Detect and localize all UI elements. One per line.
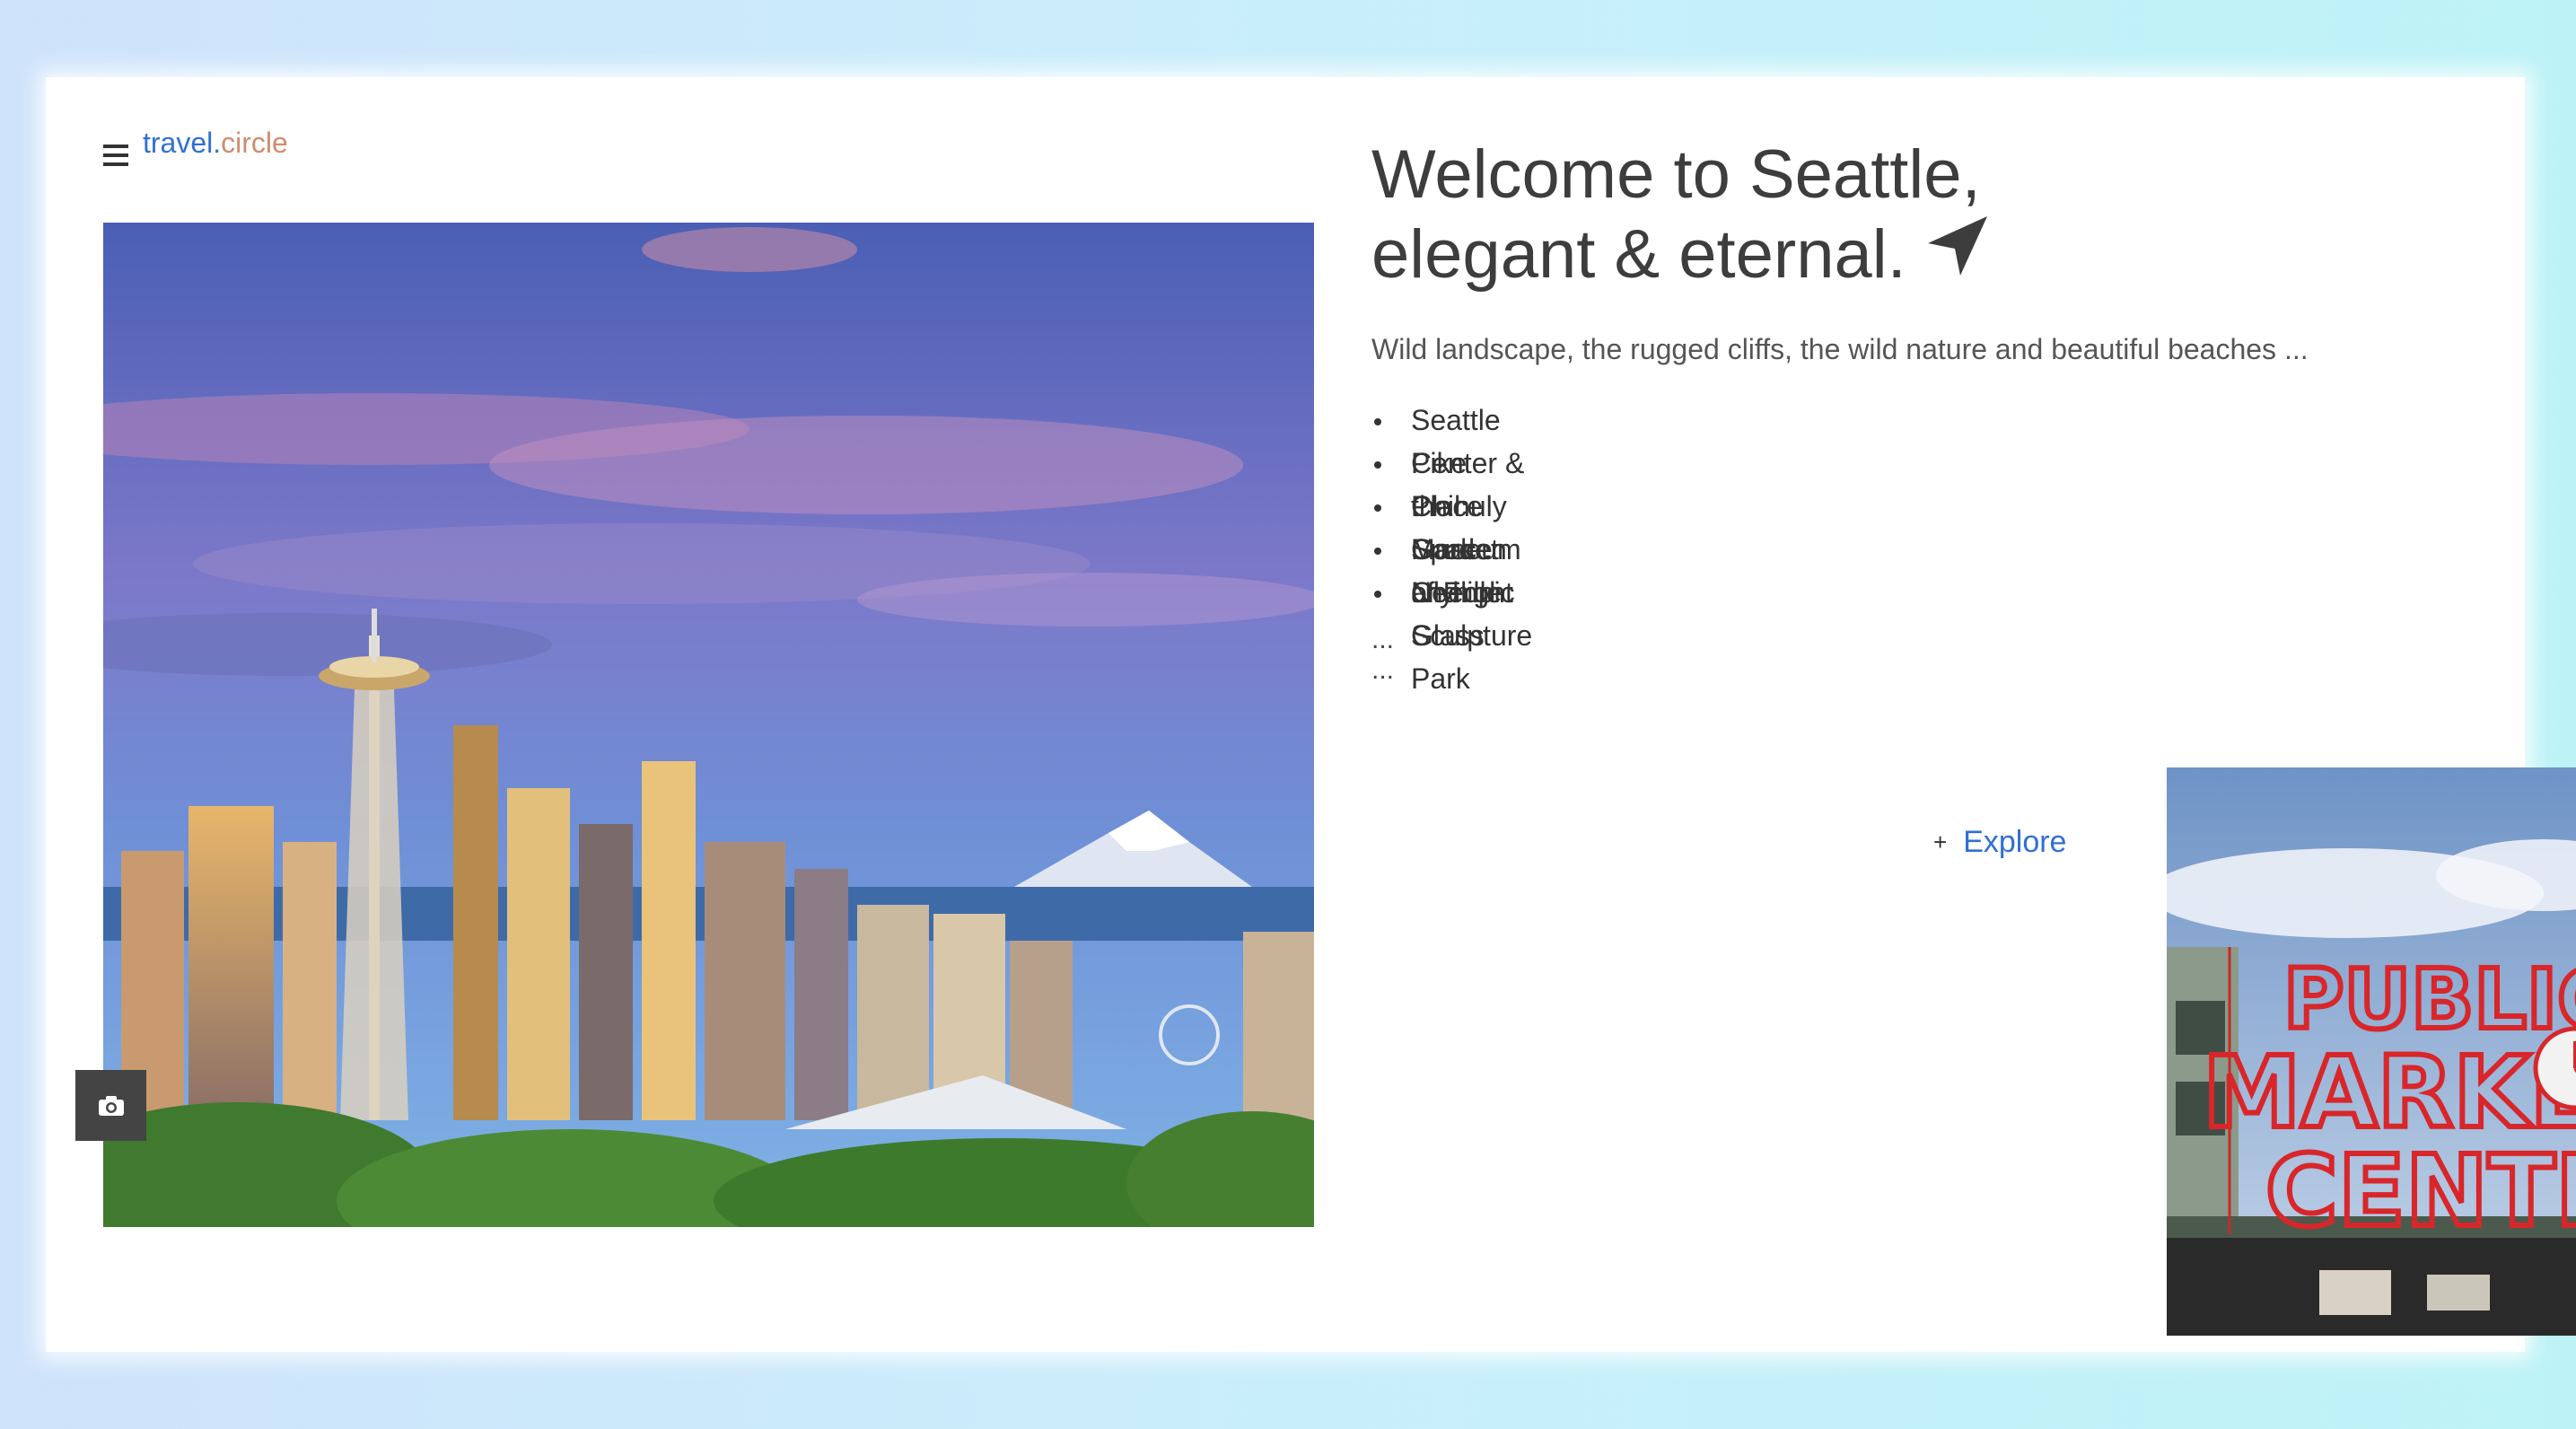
hamburger-menu-icon[interactable] [103, 145, 128, 166]
list-item: Seattle Center & the Space Needle [1371, 399, 1532, 609]
list-item: Pike Place Market [1371, 442, 1532, 565]
intro-subtitle: Wild landscape, the rugged cliffs, the w… [1371, 333, 2309, 365]
seattle-skyline-image [103, 223, 1314, 1227]
plus-icon: + [1933, 828, 1948, 855]
explore-label: Explore [1963, 825, 2067, 859]
title-line-2: elegant & eternal. [1371, 216, 1906, 293]
paper-plane-icon [1927, 216, 1987, 276]
title-line-2-wrap: elegant & eternal. [1371, 213, 2449, 293]
list-item: Olympic Sculpture Park [1371, 571, 1532, 695]
list-item: Chihuly Garden and Glass [1371, 485, 1532, 652]
explore-link[interactable]: + Explore [1933, 825, 2066, 860]
camera-icon[interactable] [75, 1070, 146, 1141]
more-ellipsis: ... ... [1371, 625, 1395, 685]
list-item: Museum of Flight [1371, 528, 1532, 609]
public-market-image: PUBLIC MARKET CENTER [2167, 767, 2576, 1336]
sign-market: MARKET [2203, 1035, 2576, 1150]
sign-public: PUBLIC [2283, 951, 2576, 1048]
page-title: Welcome to Seattle, elegant & eternal. [1371, 137, 2449, 293]
brand-logo-link[interactable]: travel.circle [143, 127, 288, 160]
brand-part-travel: travel. [143, 127, 222, 159]
content-card: travel.circle Welcome to Seattle, elegan… [46, 77, 2576, 1352]
brand-part-circle: circle [221, 127, 288, 159]
places-list: Seattle Center & the Space Needle Pike P… [1371, 399, 1532, 695]
sign-center: CENTER [2265, 1134, 2576, 1249]
title-line-1: Welcome to Seattle, [1371, 136, 1981, 213]
